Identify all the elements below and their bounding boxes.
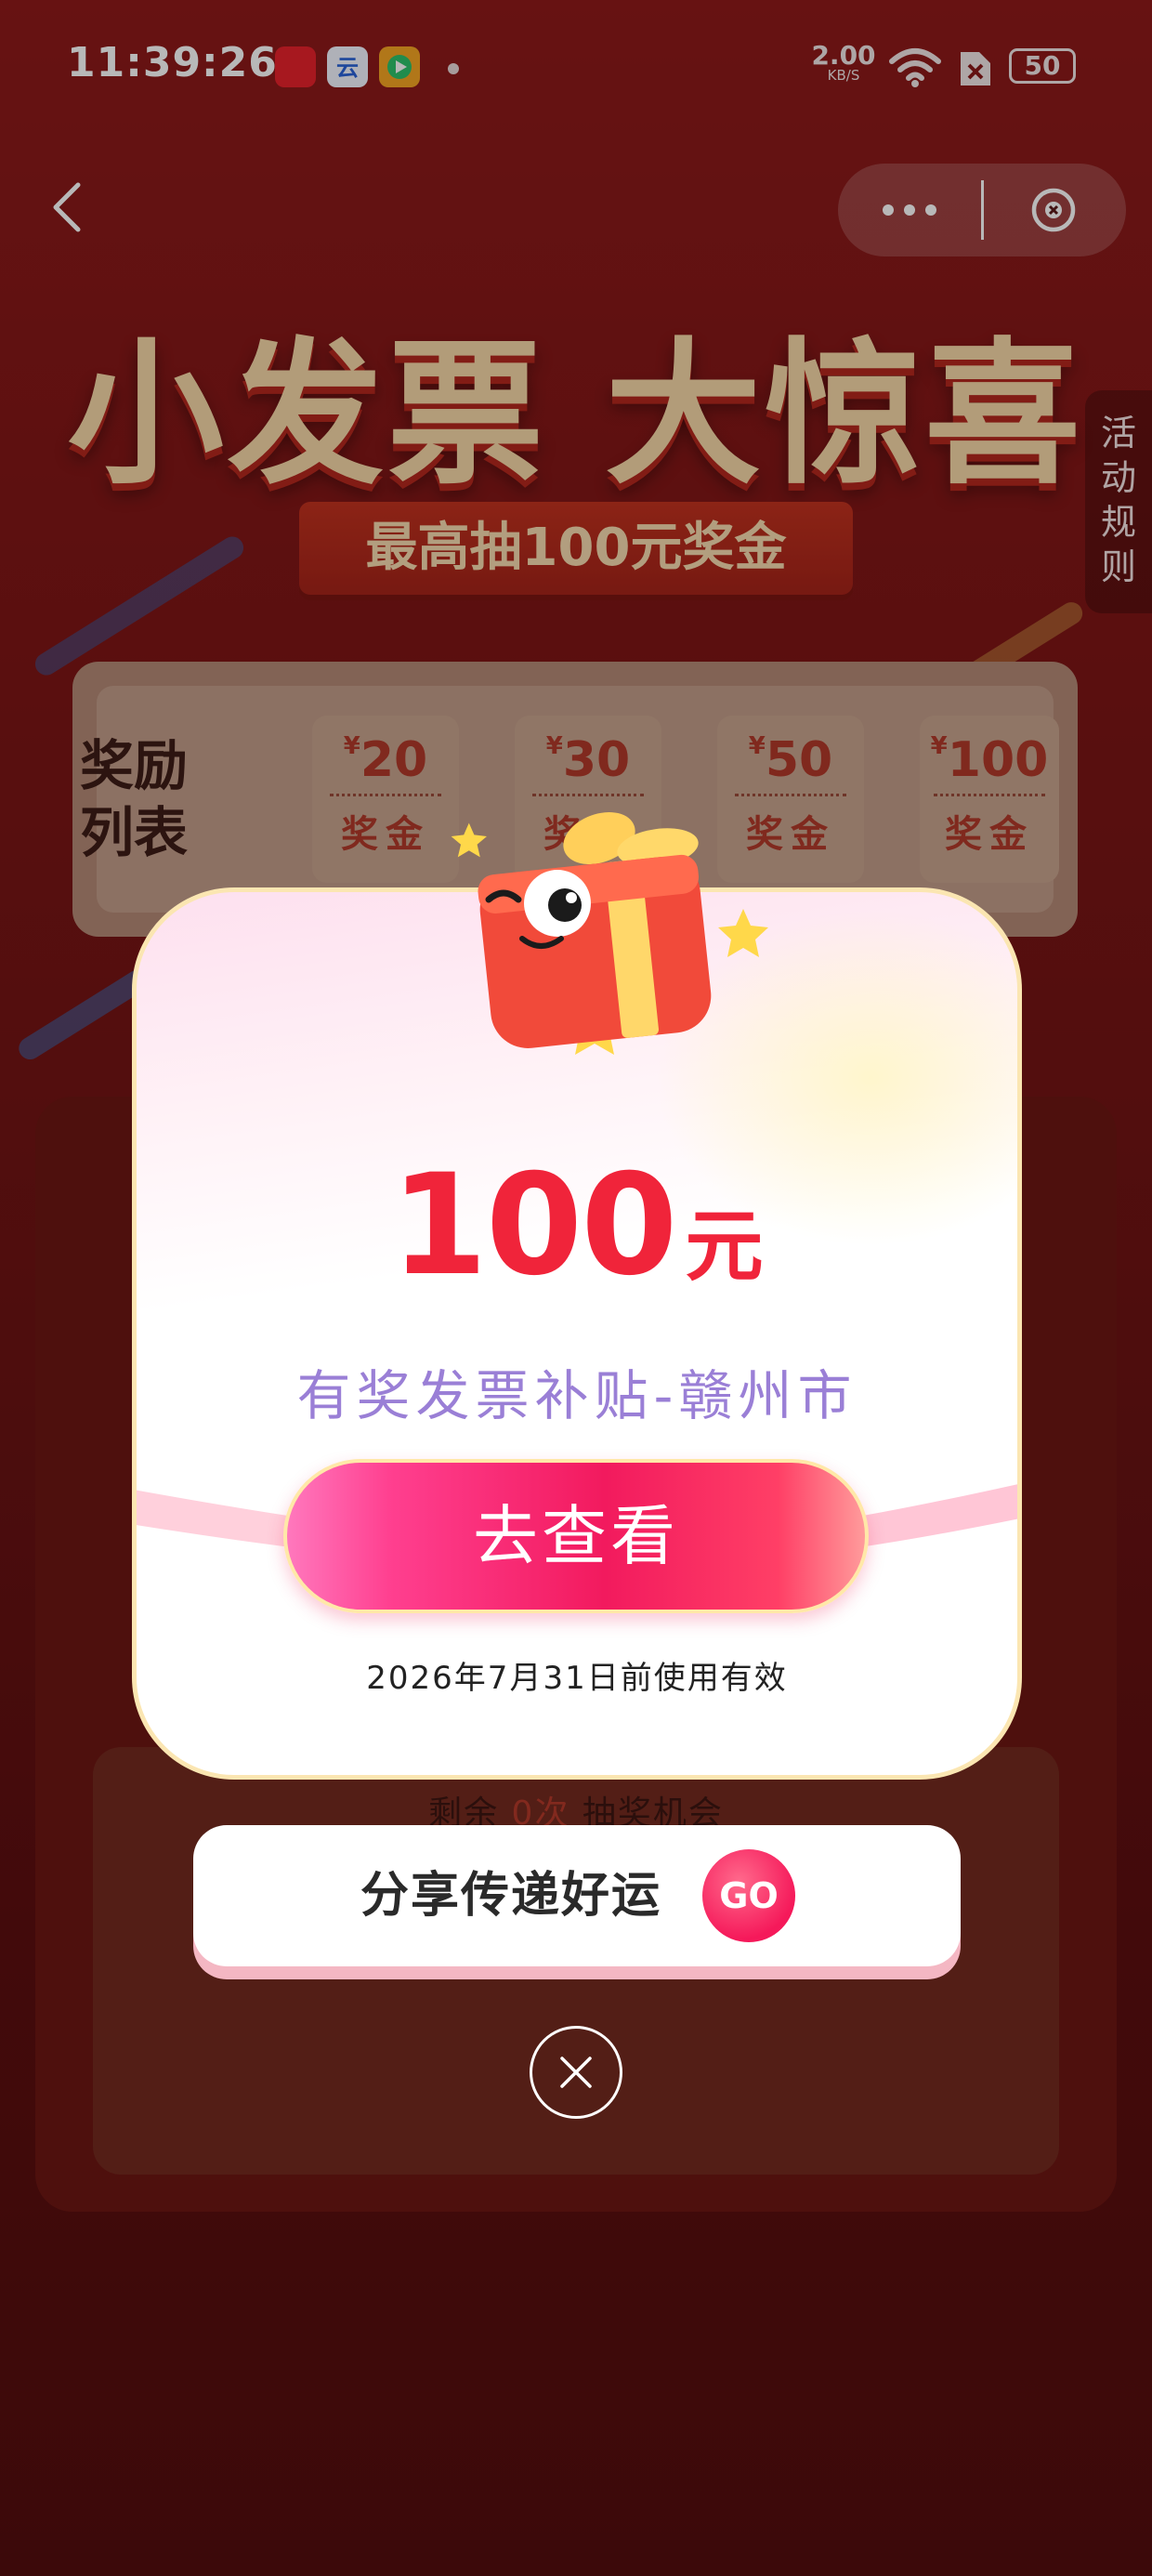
subsidy-name: 有奖发票补贴-赣州市: [296, 1364, 857, 1427]
view-button[interactable]: 去查看: [283, 1459, 869, 1613]
close-modal-button[interactable]: [530, 2026, 622, 2119]
share-label: 分享传递好运: [360, 1868, 662, 1924]
prize-amount-value: 100: [390, 1145, 677, 1307]
close-icon: [560, 2057, 592, 2088]
validity-text: 2026年7月31日前使用有效: [366, 1660, 788, 1697]
gift-box-mascot-icon: [451, 811, 768, 1055]
share-bar[interactable]: 分享传递好运 GO: [193, 1825, 961, 1966]
go-button[interactable]: GO: [702, 1849, 795, 1942]
prize-amount-display: 100 元: [132, 1145, 1022, 1307]
prize-amount-unit: 元: [685, 1201, 764, 1292]
